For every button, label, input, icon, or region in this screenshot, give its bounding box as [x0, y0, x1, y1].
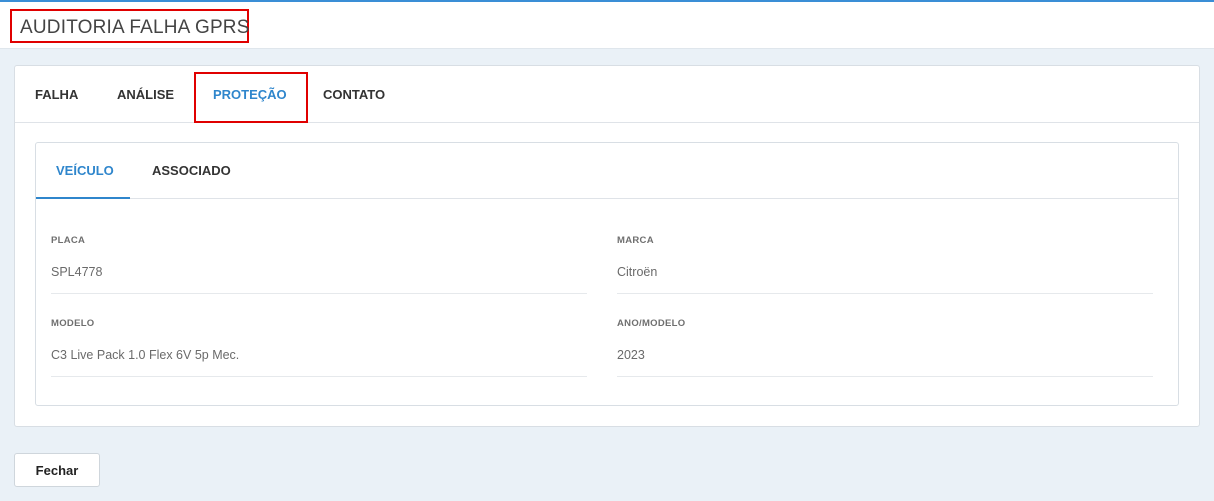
modelo-divider	[51, 376, 587, 377]
ano-modelo-label: ANO/MODELO	[617, 318, 686, 329]
modelo-value: C3 Live Pack 1.0 Flex 6V 5p Mec.	[51, 348, 240, 362]
vehicle-card: VEÍCULO ASSOCIADO PLACA SPL4778 MARCA Ci…	[35, 142, 1179, 406]
page-title: AUDITORIA FALHA GPRS	[20, 17, 250, 38]
tab-analise[interactable]: ANÁLISE	[117, 87, 174, 102]
placa-label: PLACA	[51, 235, 86, 246]
tab-associado[interactable]: ASSOCIADO	[152, 163, 231, 178]
tab-protecao[interactable]: PROTEÇÃO	[213, 87, 287, 102]
placa-divider	[51, 293, 587, 294]
close-button[interactable]: Fechar	[14, 453, 100, 487]
tab-falha[interactable]: FALHA	[35, 87, 78, 102]
sub-tab-bar: VEÍCULO ASSOCIADO	[36, 143, 1178, 199]
page-header: AUDITORIA FALHA GPRS	[0, 2, 1214, 49]
marca-divider	[617, 293, 1153, 294]
ano-modelo-divider	[617, 376, 1153, 377]
marca-value: Citroën	[617, 265, 658, 279]
modelo-label: MODELO	[51, 318, 95, 329]
main-panel: FALHA ANÁLISE PROTEÇÃO CONTATO VEÍCULO A…	[14, 65, 1200, 427]
tab-contato[interactable]: CONTATO	[323, 87, 385, 102]
ano-modelo-value: 2023	[617, 348, 645, 362]
placa-value: SPL4778	[51, 265, 103, 279]
main-tab-bar: FALHA ANÁLISE PROTEÇÃO CONTATO	[15, 66, 1199, 123]
title-highlight-box: AUDITORIA FALHA GPRS	[10, 9, 249, 43]
tab-veiculo[interactable]: VEÍCULO	[56, 163, 114, 178]
active-subtab-underline	[36, 197, 130, 199]
marca-label: MARCA	[617, 235, 654, 246]
